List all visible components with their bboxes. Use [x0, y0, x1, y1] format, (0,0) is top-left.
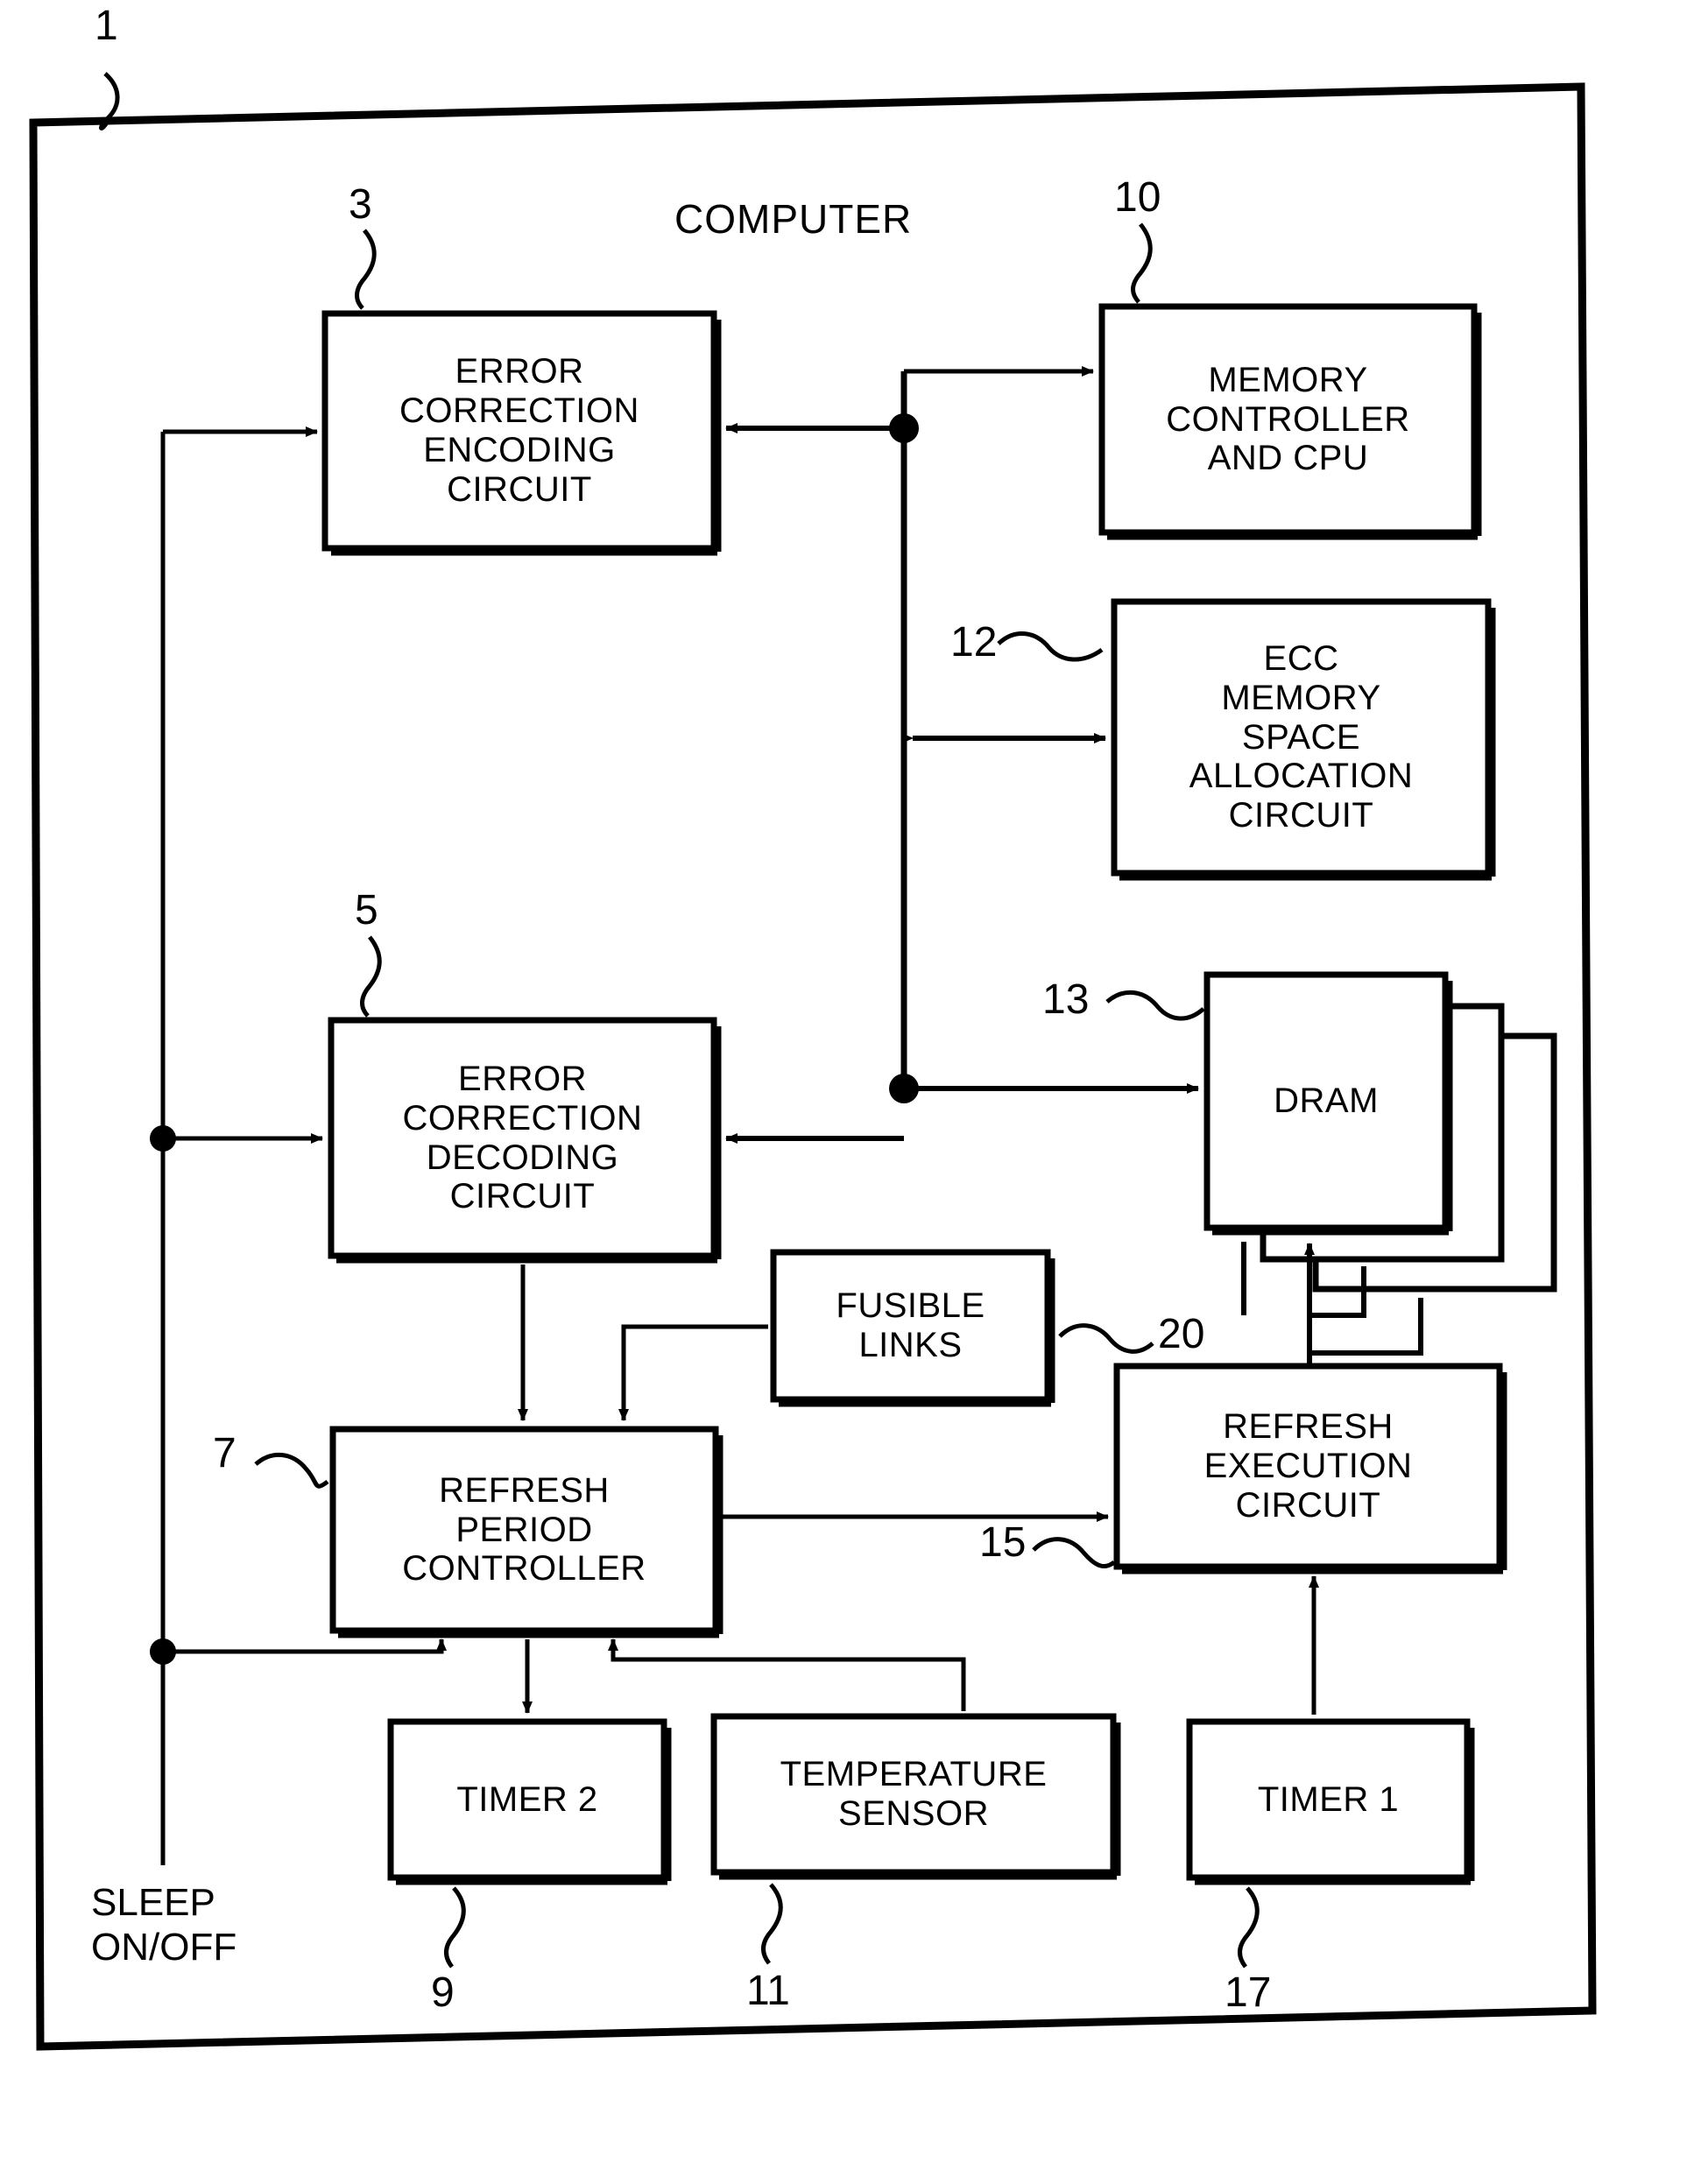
box-temperature-sensor	[710, 1713, 1117, 1876]
wire-temperature-to-refresh-period	[608, 1638, 966, 1711]
patent-figure-canvas: COMPUTER 1 ERROR CORRECTION ENCODING CIR…	[0, 0, 1694, 2184]
figure-title: COMPUTER	[674, 196, 913, 242]
box-timer-2	[387, 1718, 667, 1881]
ref-numeral-20: 20	[1158, 1311, 1205, 1357]
ref-numeral-12: 12	[950, 619, 998, 666]
ref-numeral-17: 17	[1225, 1969, 1272, 2016]
ref-numeral-11: 11	[746, 1968, 790, 2014]
box-timer-1	[1186, 1718, 1471, 1881]
wire-sleep-to-refresh-period	[163, 1638, 447, 1654]
ref-numeral-10: 10	[1114, 174, 1161, 221]
ref-numeral-9: 9	[431, 1969, 455, 2016]
box-memory-controller-and-cpu	[1098, 303, 1478, 536]
wire-fusible-to-refresh-period	[618, 1324, 768, 1421]
leader-5	[360, 935, 382, 1018]
junction-dot-sleep-decoding	[150, 1125, 176, 1152]
junction-dot-bus-top	[889, 413, 919, 443]
ref-numeral-7: 7	[213, 1430, 236, 1476]
box-dram-sheet-1	[1203, 971, 1449, 1231]
box-ecc-memory-space-allocation-circuit	[1111, 598, 1492, 877]
junction-dot-sleep-refresh	[150, 1638, 176, 1665]
leader-3	[355, 229, 377, 310]
leader-7	[254, 1452, 329, 1489]
leader-20	[1058, 1323, 1154, 1354]
leader-12	[997, 631, 1104, 662]
box-refresh-period-controller	[329, 1426, 719, 1634]
box-refresh-execution-circuit	[1113, 1363, 1503, 1570]
junction-dot-bus-bottom	[889, 1074, 919, 1103]
leader-10	[1131, 222, 1153, 304]
leader-11	[761, 1883, 783, 1965]
leader-17	[1238, 1886, 1260, 1969]
ref-numeral-5: 5	[355, 887, 378, 933]
leader-15	[1032, 1537, 1116, 1569]
ref-numeral-13: 13	[1042, 976, 1090, 1023]
leader-13	[1105, 990, 1205, 1021]
box-error-correction-decoding-circuit	[328, 1017, 717, 1259]
sleep-on-off-label: SLEEP ON/OFF	[91, 1881, 237, 1969]
box-fusible-links	[770, 1249, 1051, 1403]
diagram-lines-layer	[29, 72, 1597, 2051]
ref-numeral-15: 15	[979, 1519, 1027, 1566]
ref-numeral-3: 3	[349, 181, 372, 228]
leader-9	[444, 1886, 466, 1969]
ref-numeral-outer: 1	[95, 3, 118, 49]
box-error-correction-encoding-circuit	[321, 310, 717, 552]
